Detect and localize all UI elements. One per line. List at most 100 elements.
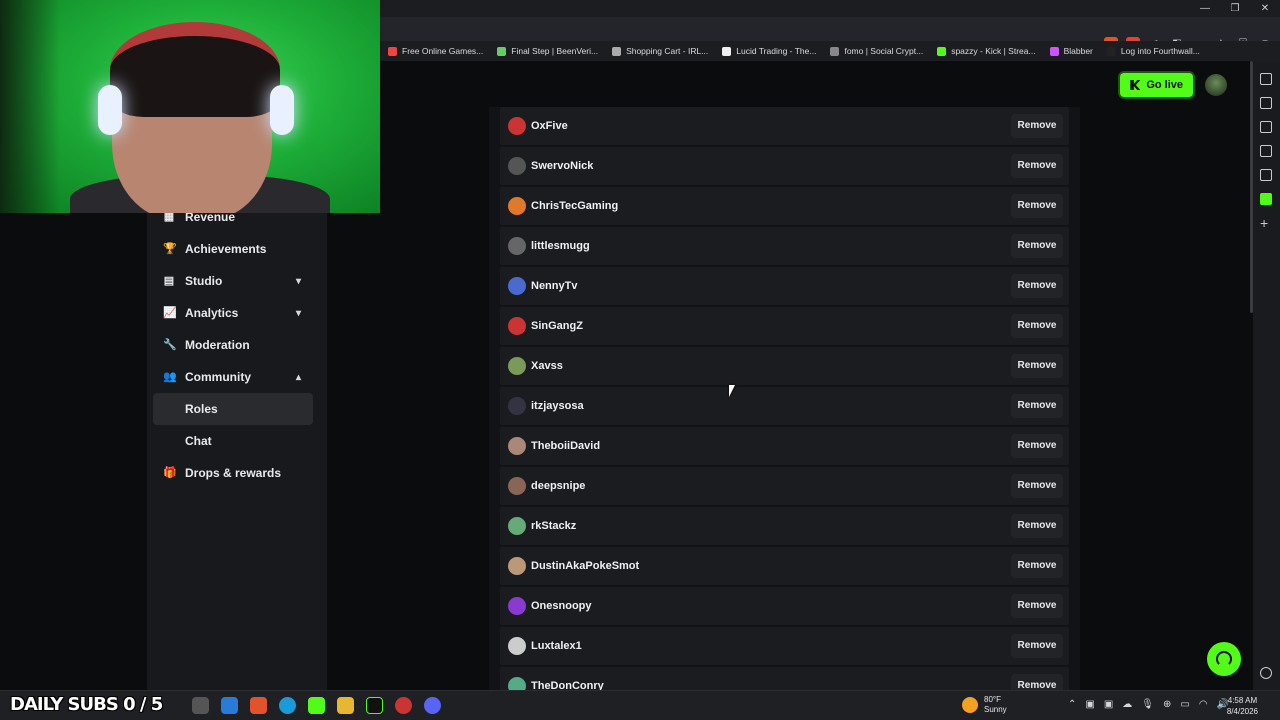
username[interactable]: DustinAkaPokeSmot: [531, 560, 639, 572]
wallet-icon[interactable]: [1260, 121, 1272, 133]
bookmark-label: spazzy - Kick | Strea...: [951, 46, 1036, 56]
remove-button[interactable]: Remove: [1011, 274, 1063, 298]
sidebar-item-chat[interactable]: Chat: [153, 425, 313, 457]
chevron-up-icon[interactable]: ▴: [296, 372, 301, 383]
username[interactable]: SwervoNick: [531, 160, 593, 172]
remove-button[interactable]: Remove: [1011, 474, 1063, 498]
bookmark-favicon-icon: [1049, 46, 1059, 56]
username[interactable]: littlesmugg: [531, 240, 590, 252]
terminal-icon[interactable]: [366, 697, 383, 714]
bookmark-label: Lucid Trading - The...: [736, 46, 817, 56]
brave-icon[interactable]: [250, 697, 267, 714]
username[interactable]: Xavss: [531, 360, 563, 372]
bookmark-item[interactable]: Shopping Cart - IRL...: [612, 46, 708, 56]
remove-button[interactable]: Remove: [1011, 194, 1063, 218]
bookmark-item[interactable]: Blabber: [1049, 46, 1093, 56]
sidebar-item-studio[interactable]: ▤ Studio ▾: [153, 265, 313, 297]
sidebar-item-drops-rewards[interactable]: 🎁 Drops & rewards: [153, 457, 313, 489]
username[interactable]: Onesnoopy: [531, 600, 592, 612]
remove-button[interactable]: Remove: [1011, 354, 1063, 378]
sidebar-item-achievements[interactable]: 🏆 Achievements: [153, 233, 313, 265]
sidebar-item-analytics[interactable]: 📈 Analytics ▾: [153, 297, 313, 329]
tv-icon[interactable]: [1260, 97, 1272, 109]
list-item: Onesnoopy Remove: [500, 587, 1069, 625]
trophy-icon: 🏆: [163, 243, 177, 255]
sidebar-item-community[interactable]: 👥 Community ▴: [153, 361, 313, 393]
edge-icon[interactable]: [279, 697, 296, 714]
avatar: [508, 237, 526, 255]
network-icon[interactable]: ⊕: [1163, 699, 1171, 710]
sidebar-item-roles[interactable]: Roles: [153, 393, 313, 425]
weather-temp: 80°F: [984, 695, 1001, 704]
discord-icon[interactable]: [424, 697, 441, 714]
bookmark-label: Blabber: [1063, 46, 1093, 56]
chevron-down-icon[interactable]: ▾: [296, 308, 301, 319]
sidebar-item-moderation[interactable]: 🔧 Moderation: [153, 329, 313, 361]
username[interactable]: rkStackz: [531, 520, 576, 532]
bookmark-favicon-icon: [388, 46, 397, 56]
bookmark-item[interactable]: spazzy - Kick | Strea...: [937, 46, 1036, 56]
microphone-icon[interactable]: 🎙: [1141, 699, 1154, 710]
remove-button[interactable]: Remove: [1011, 314, 1063, 338]
tray-app-icon[interactable]: ▣: [1104, 699, 1113, 710]
remove-button[interactable]: Remove: [1011, 234, 1063, 258]
user-avatar[interactable]: [1205, 74, 1227, 96]
chevron-up-icon[interactable]: ⌃: [1068, 699, 1076, 710]
bookmark-item[interactable]: Lucid Trading - The...: [722, 46, 816, 56]
remove-button[interactable]: Remove: [1011, 114, 1063, 138]
bookmark-item[interactable]: Free Online Games...: [388, 46, 483, 56]
list-item: littlesmugg Remove: [500, 227, 1069, 265]
settings-icon[interactable]: [1260, 667, 1272, 679]
wifi-icon[interactable]: ◠: [1199, 699, 1208, 710]
bookmark-item[interactable]: Final Step | BeenVeri...: [497, 46, 598, 56]
folder-icon[interactable]: [337, 697, 354, 714]
remove-button[interactable]: Remove: [1011, 554, 1063, 578]
app-icon[interactable]: [221, 697, 238, 714]
username[interactable]: TheboiiDavid: [531, 440, 600, 452]
avatar: [508, 397, 526, 415]
username[interactable]: NennyTv: [531, 280, 577, 292]
weather-widget[interactable]: 80°F Sunny: [962, 695, 1007, 715]
remove-button[interactable]: Remove: [1011, 394, 1063, 418]
username[interactable]: itzjaysosa: [531, 400, 584, 412]
bookmark-item[interactable]: fomo | Social Crypt...: [830, 46, 923, 56]
username[interactable]: Luxtalex1: [531, 640, 582, 652]
kick-app-icon[interactable]: [1260, 193, 1272, 205]
remove-button[interactable]: Remove: [1011, 634, 1063, 658]
kick-icon[interactable]: [308, 697, 325, 714]
remove-button[interactable]: Remove: [1011, 514, 1063, 538]
obs-icon[interactable]: [395, 697, 412, 714]
tray-app-icon[interactable]: ☁: [1122, 699, 1132, 710]
remove-button[interactable]: Remove: [1011, 594, 1063, 618]
username[interactable]: OxFive: [531, 120, 568, 132]
add-icon[interactable]: +: [1260, 216, 1272, 230]
drops-icon: 🎁: [163, 467, 177, 479]
support-button[interactable]: [1207, 642, 1241, 676]
system-tray: ⌃ ▣ ▣ ☁ 🎙 ⊕ ▭ ◠ 🔊: [1068, 699, 1229, 710]
go-live-button[interactable]: Go live: [1120, 73, 1193, 97]
pin-icon[interactable]: [1260, 73, 1272, 85]
remove-button[interactable]: Remove: [1011, 434, 1063, 458]
remove-button[interactable]: Remove: [1011, 154, 1063, 178]
bookmarks-bar: Free Online Games... Final Step | BeenVer…: [380, 41, 1280, 61]
username[interactable]: TheDonConry: [531, 680, 604, 690]
bookmark-favicon-icon: [830, 46, 840, 56]
bookmark-label: Shopping Cart - IRL...: [626, 46, 709, 56]
username[interactable]: deepsnipe: [531, 480, 585, 492]
username[interactable]: ChrisTecGaming: [531, 200, 618, 212]
tray-app-icon[interactable]: ▣: [1085, 699, 1094, 710]
reading-list-icon[interactable]: [1260, 169, 1272, 181]
username[interactable]: SinGangZ: [531, 320, 583, 332]
chevron-down-icon[interactable]: ▾: [296, 276, 301, 287]
restore-button[interactable]: ❐: [1220, 0, 1250, 17]
weather-desc: Sunny: [984, 705, 1007, 714]
sidebar-item-label: Drops & rewards: [185, 466, 282, 480]
system-clock[interactable]: 4:58 AM 8/4/2026: [1227, 695, 1258, 717]
remove-button[interactable]: Remove: [1011, 674, 1063, 690]
bookmark-item[interactable]: Log into Fourthwall...: [1106, 46, 1200, 56]
close-button[interactable]: ✕: [1250, 0, 1280, 17]
bookmarks-icon[interactable]: [1260, 145, 1272, 157]
file-icon[interactable]: [192, 697, 209, 714]
display-icon[interactable]: ▭: [1180, 699, 1189, 710]
minimize-button[interactable]: —: [1190, 0, 1220, 17]
